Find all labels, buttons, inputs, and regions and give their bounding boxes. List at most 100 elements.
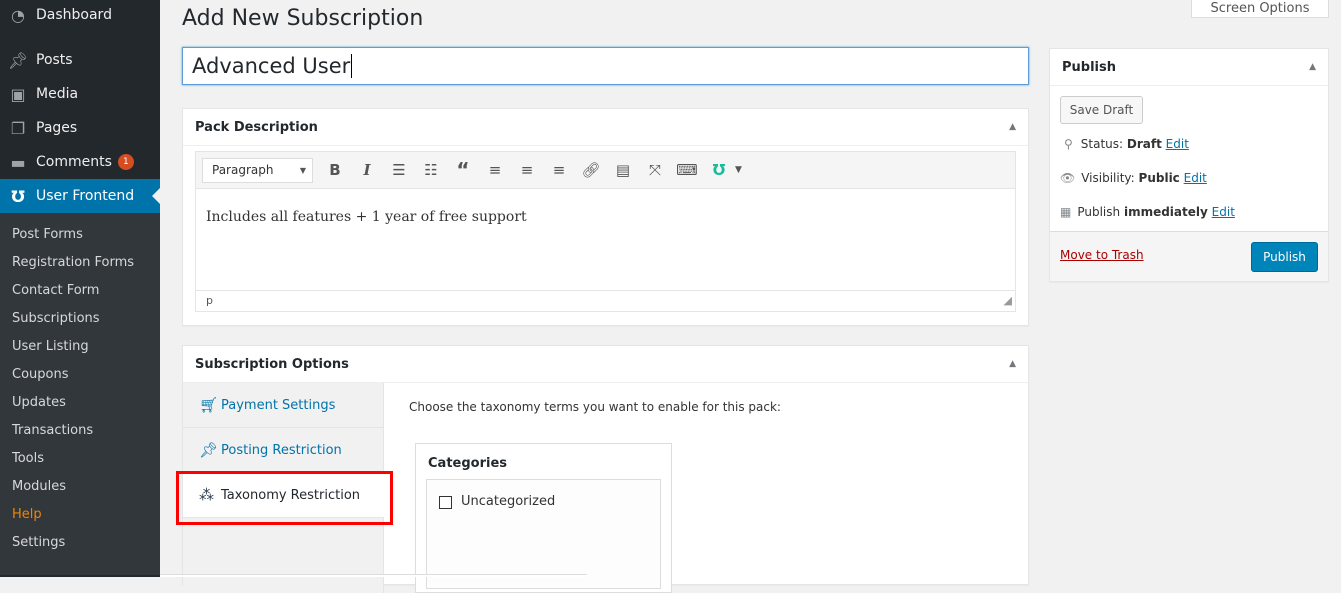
menu-label: User Frontend [36,188,135,204]
bullet-list-icon[interactable]: ☰ [383,161,415,179]
category-label: Uncategorized [461,494,556,509]
fullscreen-icon[interactable]: ⤧ [639,161,671,179]
editor-toolbar: Paragraph ▼ B I ☰ ☷ “ ≡ ≡ ≡ 🔗︎ ▤ ⤧ ⌨ Ʊ ▼ [196,152,1015,189]
visibility-row: 👁︎ Visibility: Public Edit [1060,171,1207,185]
submenu-item-user-listing[interactable]: User Listing [12,339,89,354]
comment-count-badge: 1 [117,154,134,170]
menu-comments[interactable]: ▬ Comments 1 [0,145,160,179]
align-center-icon[interactable]: ≡ [511,161,543,179]
edit-visibility-link[interactable]: Edit [1184,171,1207,185]
edit-status-link[interactable]: Edit [1166,137,1189,151]
pages-icon: ❐ [10,118,26,138]
categories-title: Categories [428,456,508,471]
user-frontend-icon[interactable]: Ʊ [703,161,735,179]
submenu-item-transactions[interactable]: Transactions [12,423,93,438]
element-path: p [206,294,213,307]
link-icon[interactable]: 🔗︎ [575,161,607,179]
menu-label: Pages [36,120,78,136]
screen-options-button[interactable]: Screen Options [1191,0,1329,18]
status-label: Status: [1080,137,1124,151]
page-title: Add New Subscription [182,6,424,31]
collapse-arrow-icon[interactable]: ▲ [1009,122,1016,132]
submenu-item-coupons[interactable]: Coupons [12,367,69,382]
comment-icon: ▬ [10,152,26,172]
menu-label: Media [36,86,79,102]
menu-media[interactable]: ▣ Media [0,77,160,111]
screen-options-label: Screen Options [1210,1,1310,16]
submenu: Post Forms Registration Forms Contact Form… [0,213,160,575]
menu-label: Posts [36,52,73,68]
publish-button[interactable]: Publish [1251,242,1318,272]
save-draft-button[interactable]: Save Draft [1060,96,1143,124]
submenu-item-contact-form[interactable]: Contact Form [12,283,99,298]
collapse-arrow-icon[interactable]: ▲ [1309,62,1316,72]
media-icon: ▣ [10,84,26,104]
editor: Paragraph ▼ B I ☰ ☷ “ ≡ ≡ ≡ 🔗︎ ▤ ⤧ ⌨ Ʊ ▼ I… [195,151,1016,312]
publish-actions: Move to Trash Publish [1050,231,1328,281]
bold-icon[interactable]: B [319,161,351,179]
menu-pages[interactable]: ❐ Pages [0,111,160,145]
tab-label: Posting Restriction [221,442,342,458]
collapse-arrow-icon[interactable]: ▲ [1009,359,1016,369]
read-more-icon[interactable]: ▤ [607,161,639,179]
submenu-item-post-forms[interactable]: Post Forms [12,227,83,242]
format-value: Paragraph [212,163,274,177]
box-title: Pack Description [195,119,318,135]
submenu-item-help[interactable]: Help [12,507,42,522]
publish-button-label: Publish [1263,250,1306,264]
submenu-item-updates[interactable]: Updates [12,395,66,410]
menu-dashboard[interactable]: ◔ Dashboard [0,0,160,32]
format-select[interactable]: Paragraph ▼ [202,157,313,183]
submenu-item-settings[interactable]: Settings [12,535,65,550]
numbered-list-icon[interactable]: ☷ [415,161,447,179]
status-row: ⚲ Status: Draft Edit [1064,137,1189,151]
menu-user-frontend[interactable]: Ʊ User Frontend [0,179,160,213]
calendar-icon: ▦ [1060,205,1072,219]
visibility-label: Visibility: [1081,171,1135,185]
submenu-item-modules[interactable]: Modules [12,479,66,494]
highlight-box [176,471,393,525]
title-input[interactable]: Advanced User [182,47,1029,85]
menu-label: Dashboard [36,7,112,23]
categories-box: Categories Uncategorized [415,443,672,593]
publish-box: Publish ▲ Save Draft ⚲ Status: Draft Edit … [1049,48,1329,282]
status-value: Draft [1126,137,1162,151]
submenu-item-subscriptions[interactable]: Subscriptions [12,311,100,326]
submenu-item-tools[interactable]: Tools [12,451,44,466]
tab-posting-restriction[interactable]: 📌︎ Posting Restriction [183,428,383,473]
publish-label: Publish [1077,205,1121,219]
blockquote-icon[interactable]: “ [447,158,479,182]
edit-publish-time-link[interactable]: Edit [1212,205,1235,219]
resize-handle-icon[interactable]: ◢ [1004,291,1012,311]
title-input-value: Advanced User [192,54,351,78]
italic-icon[interactable]: I [351,161,383,179]
menu-label: Comments [36,154,112,170]
chevron-down-icon: ▼ [299,165,306,175]
submenu-item-registration-forms[interactable]: Registration Forms [12,255,134,270]
category-item[interactable]: Uncategorized [426,479,661,589]
pin-icon: 📌︎ [199,441,219,459]
tab-label: Payment Settings [221,397,336,413]
category-checkbox[interactable] [439,496,452,509]
tab-payment-settings[interactable]: 🛒︎ Payment Settings [183,383,383,428]
editor-statusbar: p ◢ [196,290,1015,311]
save-draft-label: Save Draft [1069,103,1134,117]
text-cursor [351,54,353,78]
keyboard-icon[interactable]: ⌨ [671,161,703,179]
publish-when: immediately [1123,205,1208,219]
menu-posts[interactable]: 📌︎ Posts [0,43,160,77]
align-right-icon[interactable]: ≡ [543,161,575,179]
visibility-value: Public [1138,171,1180,185]
cart-icon: 🛒︎ [199,396,219,414]
publish-time-row: ▦ Publish immediately Edit [1060,205,1235,219]
move-to-trash-link[interactable]: Move to Trash [1060,248,1144,262]
pack-description-box: Pack Description ▲ Paragraph ▼ B I ☰ ☷ “ ≡… [182,108,1029,326]
editor-content[interactable]: Includes all features + 1 year of free s… [196,189,1015,290]
align-left-icon[interactable]: ≡ [479,161,511,179]
chevron-down-icon[interactable]: ▼ [735,165,742,175]
key-icon: ⚲ [1064,137,1073,151]
user-frontend-icon: Ʊ [11,186,25,206]
dashboard-icon: ◔ [11,5,25,25]
subscription-options-box: Subscription Options ▲ 🛒︎ Payment Settings… [182,345,1029,593]
box-title: Subscription Options [195,356,349,372]
